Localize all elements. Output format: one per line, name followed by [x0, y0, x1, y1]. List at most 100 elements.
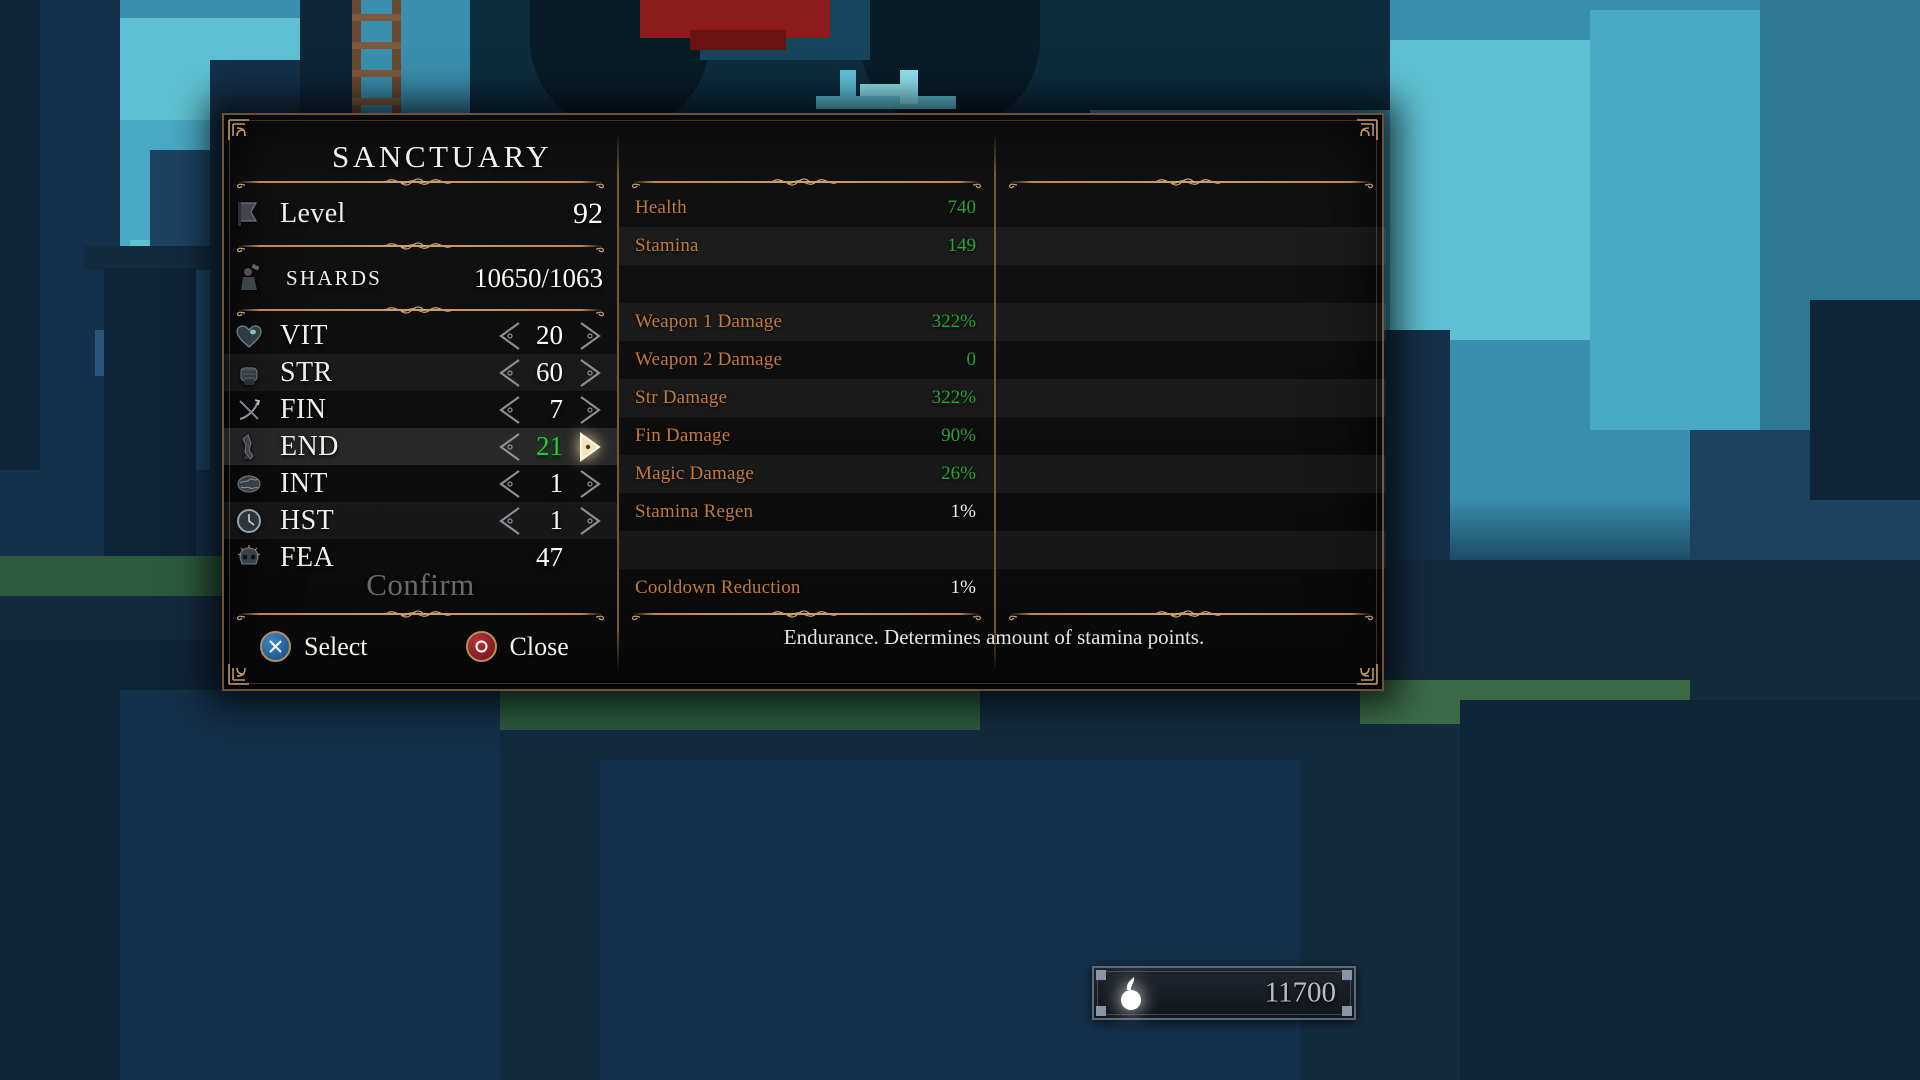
equipment-slot-row[interactable]: [996, 569, 1386, 607]
ladder-rung: [352, 98, 401, 105]
tree-silhouette: [300, 0, 360, 130]
ornament-divider: [236, 175, 605, 189]
banner-icon: [232, 197, 266, 231]
derived-value: 322%: [931, 311, 976, 332]
stat-label-vit: VIT: [280, 319, 328, 351]
ladder-rung: [352, 14, 401, 21]
derived-value: 149: [947, 235, 977, 256]
derived-value: 1%: [950, 577, 976, 598]
equipment-slot-row[interactable]: [996, 417, 1386, 455]
increase-int-arrow-icon[interactable]: [579, 469, 603, 499]
decrease-vit-arrow-icon[interactable]: [497, 321, 521, 351]
stone-platform: [84, 246, 216, 270]
derived-label: Health: [635, 197, 687, 218]
foreground-rock: [600, 760, 1300, 1080]
stat-value-hst: 1: [549, 505, 564, 535]
equipment-slot-row[interactable]: [996, 455, 1386, 493]
derived-label: Weapon 2 Damage: [635, 349, 783, 370]
stat-row-end[interactable]: END 21: [224, 428, 617, 465]
derived-row: Str Damage 322%: [619, 379, 994, 417]
derived-value: 1%: [950, 501, 976, 522]
decrease-int-arrow-icon[interactable]: [497, 469, 521, 499]
derived-label: Cooldown Reduction: [635, 577, 801, 598]
increase-str-arrow-icon[interactable]: [579, 358, 603, 388]
stat-row-str[interactable]: STR 60: [224, 354, 617, 391]
souls-counter-hud: 11700: [1092, 966, 1356, 1020]
stat-row-int[interactable]: INT 1: [224, 465, 617, 502]
derived-label: Stamina: [635, 235, 699, 256]
equipment-slot-row[interactable]: [996, 227, 1386, 265]
select-button[interactable]: Select: [260, 631, 368, 662]
ladder-rung: [352, 42, 401, 49]
page-title: SANCTUARY: [332, 139, 553, 174]
ice-crystal: [816, 96, 956, 109]
increase-fin-arrow-icon[interactable]: [579, 395, 603, 425]
confirm-label[interactable]: Confirm: [224, 567, 617, 603]
close-button[interactable]: Close: [465, 631, 569, 662]
ornament-divider: [1008, 607, 1374, 621]
derived-label: Magic Damage: [635, 463, 754, 484]
stat-row-vit[interactable]: VIT 20: [224, 317, 617, 354]
hud-corner: [1096, 970, 1106, 980]
increase-vit-arrow-icon[interactable]: [579, 321, 603, 351]
souls-value: 11700: [1264, 976, 1336, 1009]
derived-row: Health 740: [619, 189, 994, 227]
decrease-fin-arrow-icon[interactable]: [497, 395, 521, 425]
equipment-slot-row[interactable]: [996, 265, 1386, 303]
derived-label: Weapon 1 Damage: [635, 311, 783, 332]
ice-crystal: [900, 70, 918, 104]
shards-label: SHARDS: [286, 265, 383, 290]
ornament-divider: [236, 239, 605, 253]
playstation-cross-icon: [260, 631, 291, 662]
equipment-slot-row[interactable]: [996, 303, 1386, 341]
brain-icon: [232, 467, 266, 501]
level-label: Level: [280, 198, 346, 229]
hud-corner: [1342, 1006, 1352, 1016]
decrease-hst-arrow-icon[interactable]: [497, 506, 521, 536]
derived-value: 322%: [931, 387, 976, 408]
ice-crystal: [840, 70, 856, 100]
derived-value: 90%: [941, 425, 976, 446]
foreground-rock: [1460, 700, 1920, 1080]
decrease-str-arrow-icon[interactable]: [497, 358, 521, 388]
equipment-slot-row[interactable]: [996, 493, 1386, 531]
stat-value-fin: 7: [549, 394, 564, 424]
sky-blob: [1590, 10, 1770, 430]
bow-icon: [232, 393, 266, 427]
equipment-slot-list: [996, 189, 1386, 607]
stat-label-hst: HST: [280, 504, 335, 536]
derived-value: 0: [966, 349, 977, 370]
stat-value-end: 21: [536, 431, 563, 461]
increase-hst-arrow-icon[interactable]: [579, 506, 603, 536]
close-button-label: Close: [509, 631, 569, 661]
rock-formation: [1090, 0, 1390, 110]
sky-blob: [1390, 40, 1620, 340]
derived-value: 740: [947, 197, 977, 218]
stat-row-hst[interactable]: HST 1: [224, 502, 617, 539]
stat-label-int: INT: [280, 467, 328, 499]
derived-label: Fin Damage: [635, 425, 731, 446]
derived-spacer-row: [619, 265, 994, 303]
stat-row-fin[interactable]: FIN 7: [224, 391, 617, 428]
derived-row: Fin Damage 90%: [619, 417, 994, 455]
equipment-slot-row[interactable]: [996, 379, 1386, 417]
shards-row: SHARDS 10650/1063: [224, 253, 617, 303]
derived-stats-column: Health 740 Stamina 149 Weapon 1 Damage 322% We…: [619, 115, 994, 689]
stat-value-vit: 20: [536, 320, 563, 350]
derived-row: Weapon 1 Damage 322%: [619, 303, 994, 341]
rock-formation: [1810, 300, 1920, 500]
derived-value: 26%: [941, 463, 976, 484]
shards-value: 10650/1063: [473, 262, 603, 293]
red-banner: [690, 30, 786, 50]
ladder-rung: [352, 70, 401, 77]
decrease-end-arrow-icon[interactable]: [497, 432, 521, 462]
level-row: Level 92: [224, 189, 617, 239]
stat-list: VIT 20 STR 60 FIN 7 END 21 INT 1 HST 1 FEA 47: [224, 317, 617, 576]
stat-label-fin: FIN: [280, 393, 327, 425]
increase-end-arrow-icon[interactable]: [579, 431, 603, 462]
equipment-slot-row[interactable]: [996, 341, 1386, 379]
derived-label: Str Damage: [635, 387, 728, 408]
equipment-slot-row[interactable]: [996, 531, 1386, 569]
equipment-slot-row[interactable]: [996, 189, 1386, 227]
derived-label: Stamina Regen: [635, 501, 754, 522]
